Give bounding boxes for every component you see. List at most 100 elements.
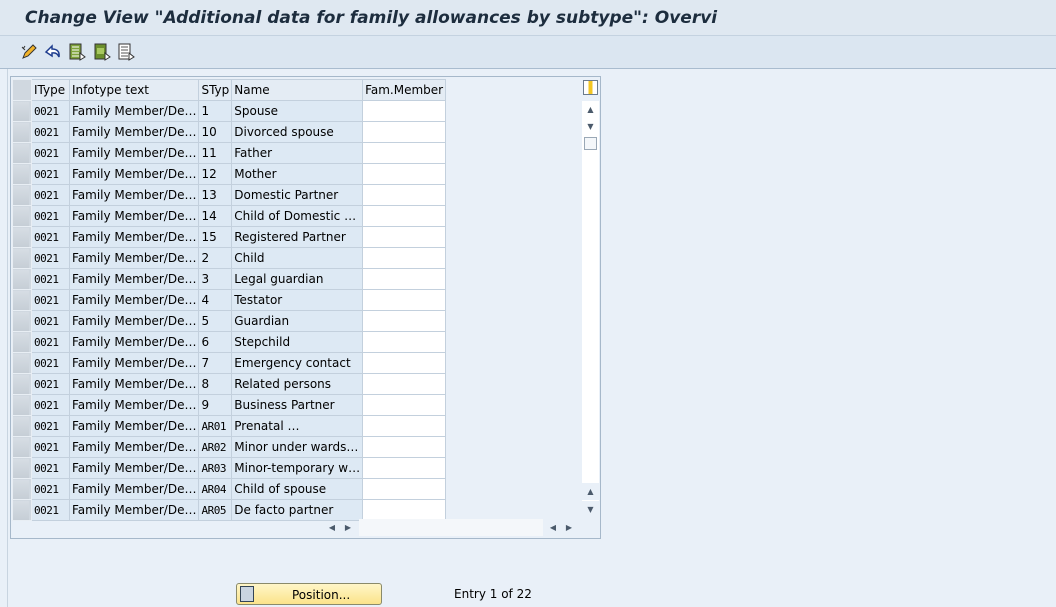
cell-fam-member[interactable]: [362, 394, 447, 416]
cell-fam-member[interactable]: [362, 205, 447, 227]
table-row: 0021 Family Member/De… 3 Legal guardian: [12, 268, 447, 290]
table-row: 0021 Family Member/De… 11 Father: [12, 142, 447, 164]
row-selector[interactable]: [12, 478, 32, 500]
cell-fam-member[interactable]: [362, 163, 447, 185]
cell-itype: 0021: [31, 352, 70, 374]
vertical-scrollbar[interactable]: ▲ ▼ ▲ ▼: [582, 101, 599, 518]
cell-fam-member[interactable]: [362, 247, 447, 269]
header-row: IType Infotype text STyp Name Fam.Member: [12, 79, 447, 101]
table-row: 0021 Family Member/De… 4 Testator: [12, 289, 447, 311]
row-selector[interactable]: [12, 310, 32, 332]
cell-fam-member[interactable]: [362, 289, 447, 311]
row-selector[interactable]: [12, 289, 32, 311]
cell-itype: 0021: [31, 478, 70, 500]
cell-infotype-text: Family Member/De…: [68, 163, 200, 185]
column-header-infotype-text[interactable]: Infotype text: [68, 79, 200, 101]
scroll-down-page-icon[interactable]: ▼: [582, 118, 599, 135]
cell-fam-member[interactable]: [362, 415, 447, 437]
position-icon: [240, 586, 254, 602]
cell-styp: 12: [198, 163, 233, 185]
cell-fam-member[interactable]: [362, 499, 447, 521]
row-selector[interactable]: [12, 247, 32, 269]
cell-name: De facto partner: [231, 499, 364, 521]
column-header-styp[interactable]: STyp: [198, 79, 233, 101]
scroll-up-icon[interactable]: ▲: [582, 483, 599, 500]
cell-fam-member[interactable]: [362, 373, 447, 395]
undo-icon[interactable]: [44, 43, 62, 61]
cell-name: Minor under wards…: [231, 436, 364, 458]
cell-itype: 0021: [31, 289, 70, 311]
cell-infotype-text: Family Member/De…: [68, 184, 200, 206]
cell-fam-member[interactable]: [362, 331, 447, 353]
scroll-left-icon[interactable]: ◀: [324, 520, 340, 536]
cell-fam-member[interactable]: [362, 436, 447, 458]
column-header-fam-member[interactable]: Fam.Member: [362, 79, 447, 101]
row-selector[interactable]: [12, 205, 32, 227]
cell-fam-member[interactable]: [362, 310, 447, 332]
cell-fam-member[interactable]: [362, 457, 447, 479]
select-all-icon[interactable]: [68, 43, 86, 61]
deselect-all-icon[interactable]: [117, 43, 135, 61]
scroll-up-icon[interactable]: ▲: [582, 101, 599, 118]
row-selector[interactable]: [12, 499, 32, 521]
cell-itype: 0021: [31, 184, 70, 206]
table-settings-icon[interactable]: [583, 80, 598, 95]
select-all-cell[interactable]: [12, 79, 32, 101]
row-selector[interactable]: [12, 142, 32, 164]
cell-name: Spouse: [231, 100, 364, 122]
row-selector[interactable]: [12, 121, 32, 143]
entry-counter: Entry 1 of 22: [454, 587, 532, 601]
cell-itype: 0021: [31, 121, 70, 143]
cell-fam-member[interactable]: [362, 352, 447, 374]
cell-fam-member[interactable]: [362, 100, 447, 122]
cell-itype: 0021: [31, 268, 70, 290]
row-selector[interactable]: [12, 394, 32, 416]
horizontal-scrollbar[interactable]: ◀ ▶: [545, 519, 577, 536]
cell-fam-member[interactable]: [362, 184, 447, 206]
scroll-right-icon[interactable]: ▶: [340, 520, 356, 536]
row-selector[interactable]: [12, 163, 32, 185]
row-selector[interactable]: [12, 373, 32, 395]
cell-fam-member[interactable]: [362, 226, 447, 248]
cell-styp: AR05: [198, 499, 233, 521]
row-selector[interactable]: [12, 184, 32, 206]
horizontal-scroll-track[interactable]: [359, 519, 543, 536]
display-change-icon[interactable]: [20, 43, 38, 61]
scroll-left-icon[interactable]: ◀: [545, 520, 561, 536]
row-selector[interactable]: [12, 331, 32, 353]
cell-styp: AR01: [198, 415, 233, 437]
scroll-right-icon[interactable]: ▶: [561, 520, 577, 536]
table-row: 0021 Family Member/De… AR04 Child of spouse: [12, 478, 447, 500]
cell-name: Domestic Partner: [231, 184, 364, 206]
row-selector[interactable]: [12, 100, 32, 122]
cell-styp: 11: [198, 142, 233, 164]
row-selector[interactable]: [12, 415, 32, 437]
column-header-itype[interactable]: IType: [31, 79, 70, 101]
row-selector[interactable]: [12, 352, 32, 374]
scroll-thumb[interactable]: [584, 137, 597, 150]
cell-fam-member[interactable]: [362, 478, 447, 500]
row-selector[interactable]: [12, 268, 32, 290]
cell-itype: 0021: [31, 142, 70, 164]
cell-styp: 9: [198, 394, 233, 416]
cell-fam-member[interactable]: [362, 142, 447, 164]
cell-name: Mother: [231, 163, 364, 185]
column-header-name[interactable]: Name: [231, 79, 364, 101]
position-button[interactable]: Position...: [236, 583, 382, 605]
cell-styp: 4: [198, 289, 233, 311]
table-row: 0021 Family Member/De… AR01 Prenatal …: [12, 415, 447, 437]
cell-fam-member[interactable]: [362, 121, 447, 143]
cell-styp: AR03: [198, 457, 233, 479]
cell-name: Father: [231, 142, 364, 164]
scroll-down-icon[interactable]: ▼: [582, 501, 599, 518]
row-selector[interactable]: [12, 457, 32, 479]
row-selector[interactable]: [12, 436, 32, 458]
select-block-icon[interactable]: [93, 43, 111, 61]
cell-infotype-text: Family Member/De…: [68, 100, 200, 122]
horizontal-scrollbar-fixed[interactable]: ◀ ▶: [324, 519, 356, 536]
toolbar: [0, 36, 1056, 69]
cell-infotype-text: Family Member/De…: [68, 331, 200, 353]
cell-fam-member[interactable]: [362, 268, 447, 290]
cell-itype: 0021: [31, 205, 70, 227]
row-selector[interactable]: [12, 226, 32, 248]
